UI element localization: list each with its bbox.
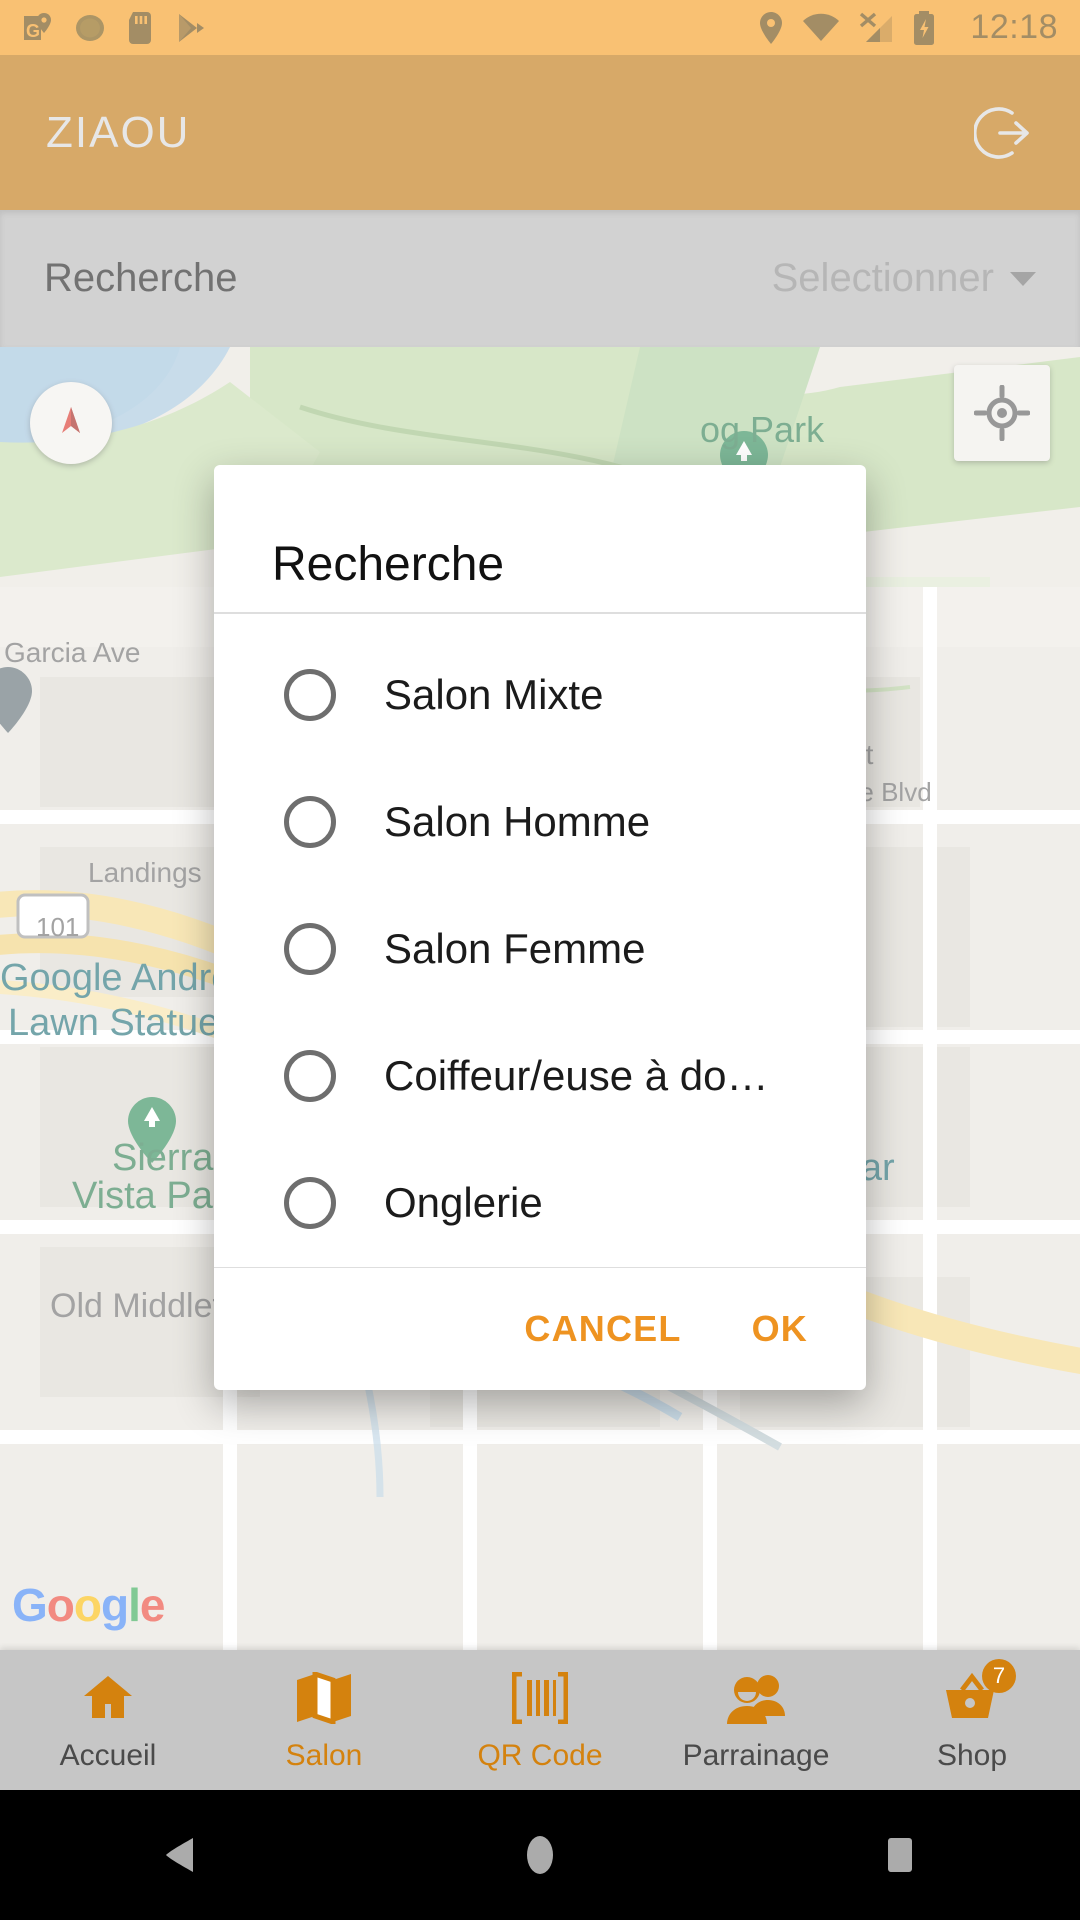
dialog-option-row[interactable]: Onglerie	[214, 1140, 866, 1267]
chevron-down-icon	[1010, 271, 1036, 286]
home-circle-icon	[527, 1836, 553, 1874]
basket-icon: 7	[942, 1659, 1016, 1729]
recents-button[interactable]	[720, 1835, 1080, 1875]
sd-card-icon	[129, 11, 151, 44]
dialog-option-label: Salon Mixte	[384, 671, 604, 719]
battery-charging-icon	[914, 10, 935, 45]
filter-select-value: Selectionner	[771, 256, 994, 300]
map-icon	[295, 1667, 353, 1729]
nav-item-qr-code[interactable]: QR Code	[432, 1650, 648, 1790]
recents-square-icon	[888, 1838, 912, 1872]
dialog-option-label: Salon Femme	[384, 925, 646, 973]
ok-button[interactable]: OK	[728, 1290, 832, 1368]
nav-item-label: QR Code	[477, 1739, 603, 1772]
cancel-button[interactable]: CANCEL	[500, 1290, 705, 1368]
dialog-option-label: Salon Homme	[384, 798, 651, 846]
status-bar: G 12:18	[0, 0, 1080, 55]
google-maps-notification-icon: G	[24, 12, 51, 41]
google-attribution-logo: Google	[12, 1579, 165, 1631]
wifi-icon	[803, 13, 840, 41]
my-location-icon	[974, 385, 1030, 441]
logout-icon	[974, 106, 1029, 159]
play-store-icon	[179, 13, 204, 42]
dialog-option-row[interactable]: Coiffeur/euse à do…	[214, 1013, 866, 1140]
compass-button[interactable]	[30, 382, 112, 464]
radio-button-icon[interactable]	[284, 923, 336, 976]
dialog-actions: CANCEL OK	[214, 1268, 866, 1390]
status-bar-notification-icons: G	[22, 11, 206, 44]
recherche-dialog: Recherche Salon Mixte Salon Homme Salon Fe…	[214, 465, 866, 1390]
nav-item-label: Salon	[285, 1739, 363, 1772]
barcode-icon	[512, 1667, 568, 1729]
phone-screen: G 12:18 ZIAOU Recherche Selectionner og …	[0, 0, 1080, 1920]
radio-button-icon[interactable]	[284, 1177, 336, 1230]
highway-shield-101	[16, 893, 90, 939]
logout-button[interactable]	[974, 103, 1034, 163]
cellular-signal-off-icon	[860, 12, 893, 42]
back-button[interactable]	[0, 1835, 360, 1875]
nav-item-label: Parrainage	[682, 1739, 830, 1772]
filter-select[interactable]: Selectionner	[772, 256, 1036, 301]
radio-button-icon[interactable]	[284, 1050, 336, 1103]
dialog-option-label: Coiffeur/euse à do…	[384, 1052, 769, 1100]
dialog-option-row[interactable]: Salon Femme	[214, 886, 866, 1013]
app-bar: ZIAOU	[0, 55, 1080, 210]
filter-bar[interactable]: Recherche Selectionner	[0, 210, 1080, 347]
filter-label: Recherche	[44, 256, 238, 300]
status-bar-clock: 12:18	[970, 8, 1058, 46]
dialog-option-label: Onglerie	[384, 1179, 543, 1227]
app-title: ZIAOU	[46, 107, 191, 157]
nav-item-label: Accueil	[59, 1739, 157, 1772]
android-system-navigation	[0, 1790, 1080, 1920]
radio-button-icon[interactable]	[284, 669, 336, 722]
dialog-option-row[interactable]: Salon Homme	[214, 759, 866, 886]
people-icon	[726, 1667, 786, 1729]
location-pin-icon	[760, 11, 783, 44]
home-button[interactable]	[360, 1833, 720, 1877]
nav-item-label: Shop	[936, 1739, 1008, 1772]
dialog-title: Recherche	[272, 538, 505, 591]
compass-icon	[62, 407, 80, 433]
nav-item-parrainage[interactable]: Parrainage	[648, 1650, 864, 1790]
nav-item-accueil[interactable]: Accueil	[0, 1650, 216, 1790]
dialog-options-list: Salon Mixte Salon Homme Salon Femme Coiffeu…	[214, 614, 866, 1267]
clock-notification-icon	[76, 14, 104, 41]
nav-item-salon[interactable]: Salon	[216, 1650, 432, 1790]
status-bar-system-icons: 12:18	[758, 8, 1058, 47]
svg-text:G: G	[26, 21, 40, 41]
back-triangle-icon	[166, 1838, 193, 1872]
cart-badge: 7	[982, 1659, 1016, 1693]
bottom-navigation-bar: Accueil Salon QR Code Parrainage 7 Shop	[0, 1650, 1080, 1790]
dialog-option-row[interactable]: Salon Mixte	[214, 632, 866, 759]
radio-button-icon[interactable]	[284, 796, 336, 849]
nav-item-shop[interactable]: 7 Shop	[864, 1650, 1080, 1790]
my-location-button[interactable]	[954, 365, 1050, 461]
home-icon	[80, 1667, 136, 1729]
